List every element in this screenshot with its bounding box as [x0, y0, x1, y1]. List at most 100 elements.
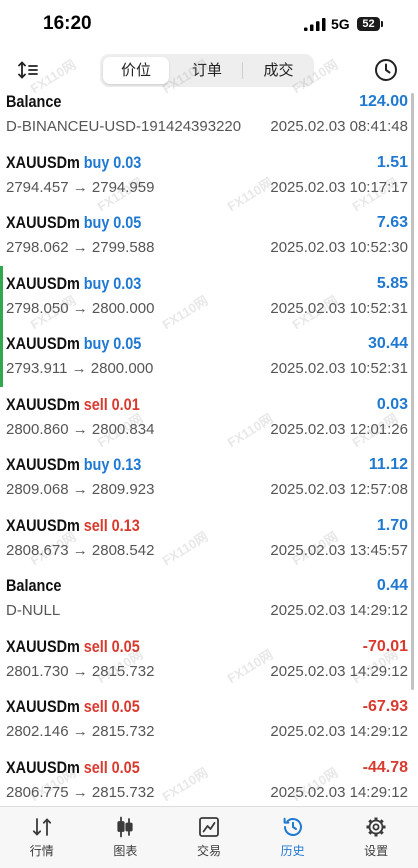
deal-symbol: XAUUSDm: [6, 394, 80, 414]
bottom-nav: 行情 图表 交易 历史 设置: [0, 806, 418, 868]
selected-row-marker: [0, 326, 3, 387]
deal-symbol: XAUUSDm: [6, 697, 80, 716]
row-title-line: Balance 0.44: [6, 575, 408, 597]
deal-time: 2025.02.03 14:29:12: [270, 662, 408, 680]
quotes-icon: [32, 818, 51, 836]
deal-time: 2025.02.03 10:52:30: [270, 239, 408, 256]
deal-time: 2025.02.03 12:01:26: [270, 420, 408, 438]
nav-label: 交易: [196, 844, 221, 858]
deal-profit: 7.63: [376, 214, 408, 231]
nav-quotes[interactable]: 行情: [0, 807, 84, 868]
history-row[interactable]: XAUUSDm buy 0.13 11.12 2809.068 → 2809.923 20…: [0, 447, 418, 508]
list-scrollbar[interactable]: [411, 93, 414, 690]
history-header: 价位 订单 成交: [0, 48, 418, 88]
deal-volume: 0.05: [111, 757, 140, 777]
history-row[interactable]: XAUUSDm sell 0.05 -44.78 2806.775 → 2815.732…: [0, 750, 418, 807]
history-row[interactable]: XAUUSDm sell 0.05 -67.93 2802.146 → 2815.732…: [0, 689, 418, 750]
deal-volume: 0.13: [111, 515, 140, 535]
status-bar: 16:20 5G 52: [0, 0, 418, 48]
history-row[interactable]: XAUUSDm sell 0.05 -70.01 2801.730 → 2815.732…: [0, 629, 418, 690]
deal-title: XAUUSDm buy 0.05: [6, 333, 141, 355]
deal-symbol: Balance: [6, 576, 62, 595]
sort-icon[interactable]: [17, 60, 39, 80]
history-row[interactable]: XAUUSDm buy 0.03 5.85 2798.050 → 2800.000 202…: [0, 265, 418, 326]
deal-detail: D-NULL: [6, 602, 61, 619]
deal-title: Balance: [6, 91, 61, 113]
nav-charts[interactable]: 图表: [84, 807, 168, 868]
history-row[interactable]: XAUUSDm buy 0.05 30.44 2793.911 → 2800.000 20…: [0, 326, 418, 387]
history-row[interactable]: XAUUSDm buy 0.05 7.63 2798.062 → 2799.588 202…: [0, 205, 418, 266]
row-title-line: XAUUSDm sell 0.13 1.70: [6, 515, 408, 537]
status-time: 16:20: [43, 13, 92, 34]
deal-title: XAUUSDm buy 0.13: [6, 454, 141, 476]
deal-volume: 0.13: [113, 455, 142, 474]
deal-profit: -44.78: [362, 758, 408, 776]
history-row[interactable]: Balance 124.00 D-BINANCEU-USD-191424393220…: [0, 84, 418, 145]
deal-title: XAUUSDm buy 0.03: [6, 152, 141, 174]
deal-time: 2025.02.03 14:29:12: [270, 783, 408, 801]
deal-symbol: Balance: [6, 92, 62, 111]
deal-profit: 11.12: [368, 456, 408, 473]
row-detail-line: 2801.730 → 2815.732 2025.02.03 14:29:12: [6, 661, 408, 683]
nav-history[interactable]: 历史: [251, 807, 335, 868]
gear-icon: [366, 817, 386, 837]
row-detail-line: 2808.673 → 2808.542 2025.02.03 13:45:57: [6, 540, 408, 562]
history-list[interactable]: Balance 124.00 D-BINANCEU-USD-191424393220…: [0, 84, 418, 806]
nav-settings[interactable]: 设置: [334, 807, 418, 868]
row-title-line: XAUUSDm sell 0.05 -70.01: [6, 636, 408, 658]
deal-profit: -70.01: [362, 637, 408, 655]
deal-type: sell: [83, 636, 108, 656]
row-detail-line: 2800.860 → 2800.834 2025.02.03 12:01:26: [6, 419, 408, 441]
deal-symbol: XAUUSDm: [6, 334, 80, 353]
deal-time: 2025.02.03 10:52:31: [270, 360, 408, 377]
deal-profit: 1.51: [376, 153, 408, 171]
nav-label: 行情: [29, 844, 54, 858]
deal-detail: 2806.775 → 2815.732: [6, 783, 155, 801]
deal-type: buy: [83, 455, 110, 474]
selected-row-marker: [0, 265, 3, 326]
deal-detail: D-BINANCEU-USD-191424393220: [6, 118, 242, 135]
row-detail-line: 2802.146 → 2815.732 2025.02.03 14:29:12: [6, 721, 408, 743]
app-screen: 16:20 5G 52 价位 订单 成交 Balance 124.00 D-BI…: [0, 0, 418, 868]
clock-icon[interactable]: [374, 58, 398, 82]
deal-title: XAUUSDm buy 0.05: [6, 212, 141, 234]
deal-detail: 2794.457 → 2794.959: [6, 178, 155, 196]
deal-profit: 124.00: [359, 93, 408, 110]
nav-label: 图表: [113, 844, 138, 858]
row-detail-line: D-BINANCEU-USD-191424393220 2025.02.03 08…: [6, 116, 408, 138]
deal-title: XAUUSDm sell 0.05: [6, 636, 140, 658]
trade-chart-icon: [199, 817, 219, 837]
deal-symbol: XAUUSDm: [6, 455, 80, 474]
history-row[interactable]: Balance 0.44 D-NULL 2025.02.03 14:29:12: [0, 568, 418, 629]
deal-type: buy: [83, 152, 110, 172]
tab-divider: [242, 62, 243, 79]
history-row[interactable]: XAUUSDm buy 0.03 1.51 2794.457 → 2794.959 202…: [0, 145, 418, 206]
tab-deals[interactable]: 成交: [245, 57, 312, 84]
deal-type: sell: [83, 697, 108, 716]
nav-trade[interactable]: 交易: [167, 807, 251, 868]
history-row[interactable]: XAUUSDm sell 0.13 1.70 2808.673 → 2808.542 20…: [0, 508, 418, 569]
deal-title: Balance: [6, 575, 61, 597]
deal-profit: 0.03: [376, 395, 408, 413]
deal-symbol: XAUUSDm: [6, 515, 80, 535]
tab-positions[interactable]: 价位: [103, 57, 169, 84]
deal-detail: 2809.068 → 2809.923: [6, 481, 155, 498]
tab-orders[interactable]: 订单: [172, 57, 242, 84]
row-title-line: XAUUSDm buy 0.05 30.44: [6, 333, 408, 355]
battery-level: 52: [362, 18, 375, 30]
deal-time: 2025.02.03 12:57:08: [270, 481, 408, 498]
nav-label: 设置: [364, 844, 389, 858]
candlestick-chart-icon: [117, 816, 133, 838]
deal-volume: 0.05: [111, 697, 140, 716]
history-icon: [283, 817, 302, 836]
deal-volume: 0.03: [113, 152, 142, 172]
deal-type: buy: [83, 334, 110, 353]
deal-symbol: XAUUSDm: [6, 636, 80, 656]
deal-detail: 2800.860 → 2800.834: [6, 420, 155, 438]
nav-label: 历史: [280, 844, 305, 858]
deal-type: buy: [83, 213, 110, 232]
deal-type: buy: [83, 273, 110, 293]
deal-detail: 2802.146 → 2815.732: [6, 723, 155, 740]
history-row[interactable]: XAUUSDm sell 0.01 0.03 2800.860 → 2800.834 20…: [0, 387, 418, 448]
deal-type: sell: [83, 515, 108, 535]
